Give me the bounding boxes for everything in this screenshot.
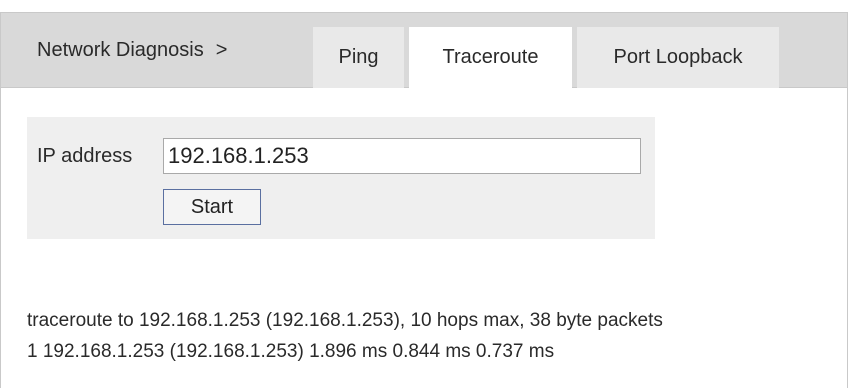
tab-bar: Network Diagnosis > Ping Traceroute Port … — [1, 13, 847, 89]
output-line: traceroute to 192.168.1.253 (192.168.1.2… — [27, 310, 663, 331]
breadcrumb-section: Network Diagnosis — [37, 39, 204, 61]
output-line: 1 192.168.1.253 (192.168.1.253) 1.896 ms… — [27, 341, 555, 362]
traceroute-form: IP address Start — [27, 117, 655, 239]
start-button[interactable]: Start — [163, 189, 261, 225]
tab-port-loopback[interactable]: Port Loopback — [577, 27, 779, 88]
breadcrumb-separator: > — [215, 39, 228, 61]
ip-address-input[interactable] — [163, 138, 641, 174]
tab-traceroute[interactable]: Traceroute — [409, 27, 572, 89]
ip-address-label: IP address — [37, 145, 133, 167]
tab-ping[interactable]: Ping — [313, 27, 404, 88]
network-diagnosis-panel: Network Diagnosis > Ping Traceroute Port … — [0, 12, 848, 388]
breadcrumb: Network Diagnosis > — [37, 13, 227, 88]
traceroute-output: traceroute to 192.168.1.253 (192.168.1.2… — [27, 305, 847, 367]
